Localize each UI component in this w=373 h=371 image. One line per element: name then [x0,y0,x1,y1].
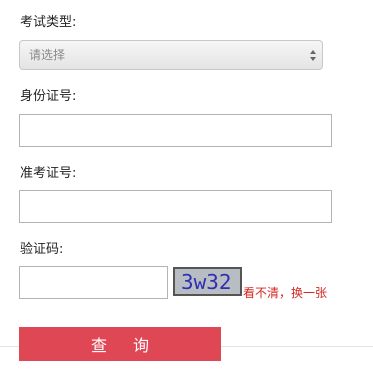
query-form: 考试类型: 请选择 身份证号: 准考证号: 验证码: 3w32 看不清，换一张 … [0,0,373,371]
select-arrows-icon [310,50,316,61]
admission-number-input[interactable] [19,190,332,223]
exam-type-select[interactable]: 请选择 [19,40,323,70]
id-number-input[interactable] [19,114,332,147]
captcha-label: 验证码: [20,242,64,257]
refresh-captcha-link[interactable]: 看不清，换一张 [243,286,327,301]
exam-type-label: 考试类型: [20,15,77,30]
captcha-input[interactable] [19,266,168,299]
admission-number-label: 准考证号: [20,166,77,181]
query-button[interactable]: 查询 [19,327,221,361]
exam-type-selected-value: 请选择 [29,48,66,62]
id-number-label: 身份证号: [20,89,77,104]
captcha-image[interactable]: 3w32 [173,267,242,296]
captcha-image-text: 3w32 [181,270,232,294]
